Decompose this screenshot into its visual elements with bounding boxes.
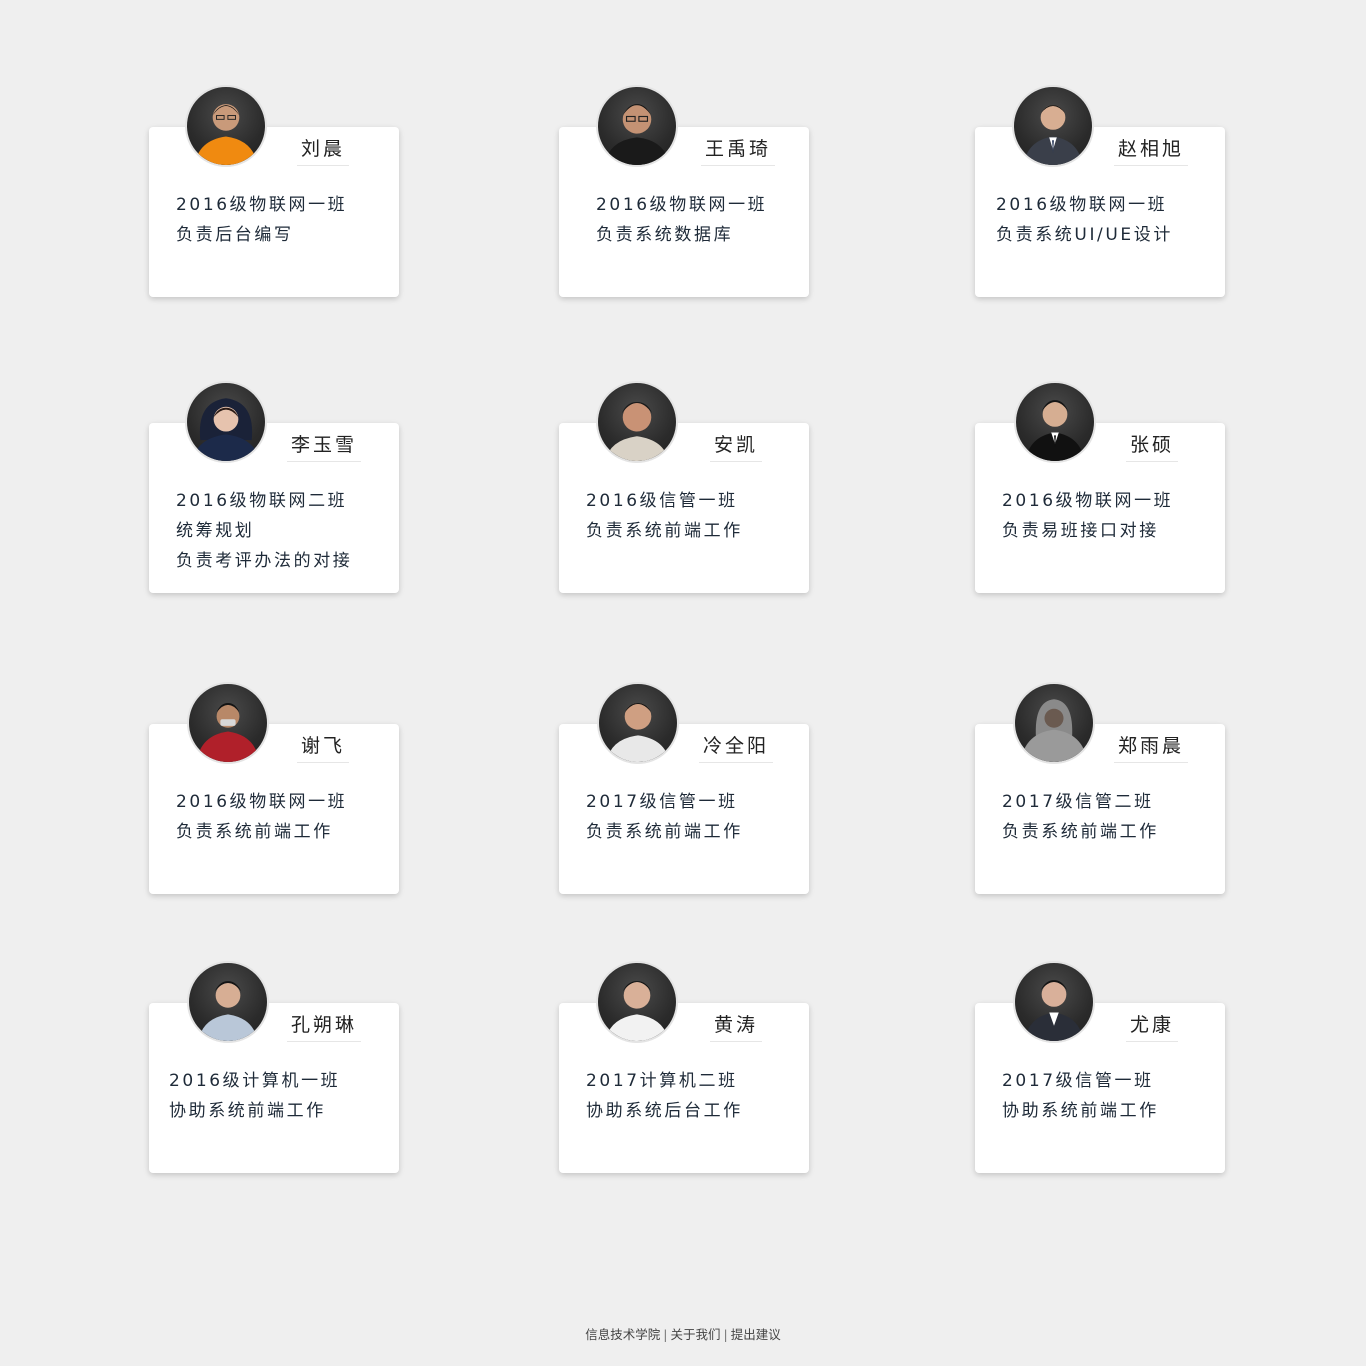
member-name: 赵相旭 bbox=[1114, 134, 1189, 166]
description-line: 2017级信管二班 bbox=[1002, 792, 1154, 812]
description-line: 负责系统UI/UE设计 bbox=[996, 225, 1173, 245]
avatar bbox=[596, 381, 678, 463]
avatar bbox=[1013, 682, 1095, 764]
person-photo-icon bbox=[198, 981, 258, 1041]
member-name: 孔朔琳 bbox=[287, 1010, 362, 1042]
description-line: 负责系统前端工作 bbox=[586, 822, 743, 842]
avatar bbox=[185, 85, 267, 167]
description-line: 2016级信管一班 bbox=[586, 491, 738, 511]
member-name: 张硕 bbox=[1126, 430, 1179, 462]
member-card: 张硕 2016级物联网一班 负责易班接口对接 bbox=[975, 381, 1225, 593]
avatar bbox=[1012, 85, 1094, 167]
member-description: 2016级物联网一班 负责易班接口对接 bbox=[1002, 486, 1173, 546]
footer-separator: | bbox=[663, 1327, 668, 1342]
member-name: 王禹琦 bbox=[701, 134, 776, 166]
person-photo-icon bbox=[1020, 699, 1088, 762]
member-description: 2016级物联网一班 负责系统数据库 bbox=[596, 190, 767, 250]
avatar bbox=[187, 682, 269, 764]
person-photo-icon bbox=[603, 104, 671, 165]
member-name: 冷全阳 bbox=[699, 731, 774, 763]
person-photo-icon bbox=[1023, 105, 1083, 165]
description-line: 2017级信管一班 bbox=[1002, 1071, 1154, 1091]
member-name: 刘晨 bbox=[297, 134, 350, 166]
description-line: 2016级物联网二班 bbox=[176, 491, 348, 511]
member-name: 安凯 bbox=[710, 430, 763, 462]
member-description: 2016级计算机一班 协助系统前端工作 bbox=[169, 1066, 340, 1126]
avatar bbox=[596, 961, 678, 1043]
person-photo-icon bbox=[606, 703, 670, 762]
description-line: 2016级物联网一班 bbox=[176, 195, 348, 215]
member-card: 刘晨 2016级物联网一班 负责后台编写 bbox=[149, 85, 399, 297]
person-photo-icon bbox=[1024, 980, 1084, 1041]
description-line: 负责易班接口对接 bbox=[1002, 521, 1159, 541]
member-name: 李玉雪 bbox=[287, 430, 362, 462]
description-line: 协助系统后台工作 bbox=[586, 1101, 743, 1121]
description-line: 2017级信管一班 bbox=[586, 792, 738, 812]
avatar bbox=[596, 85, 678, 167]
avatar bbox=[1013, 961, 1095, 1043]
member-description: 2016级信管一班 负责系统前端工作 bbox=[586, 486, 743, 546]
avatar bbox=[187, 961, 269, 1043]
member-card: 孔朔琳 2016级计算机一班 协助系统前端工作 bbox=[149, 961, 399, 1173]
description-line: 协助系统前端工作 bbox=[1002, 1101, 1159, 1121]
avatar bbox=[597, 682, 679, 764]
member-card: 黄涛 2017计算机二班 协助系统后台工作 bbox=[559, 961, 809, 1173]
member-name: 郑雨晨 bbox=[1114, 731, 1189, 763]
description-line: 协助系统前端工作 bbox=[169, 1101, 326, 1121]
member-card: 安凯 2016级信管一班 负责系统前端工作 bbox=[559, 381, 809, 593]
avatar bbox=[185, 381, 267, 463]
member-name: 尤康 bbox=[1126, 1010, 1179, 1042]
footer-separator: | bbox=[723, 1327, 728, 1342]
member-description: 2016级物联网一班 负责系统UI/UE设计 bbox=[996, 190, 1173, 250]
person-photo-icon bbox=[605, 981, 669, 1041]
member-card: 赵相旭 2016级物联网一班 负责系统UI/UE设计 bbox=[975, 85, 1225, 297]
avatar bbox=[1014, 381, 1096, 463]
footer: 信息技术学院 | 关于我们 | 提出建议 bbox=[0, 1324, 1366, 1343]
description-line: 负责后台编写 bbox=[176, 225, 294, 245]
description-line: 负责系统前端工作 bbox=[1002, 822, 1159, 842]
member-name: 黄涛 bbox=[710, 1010, 763, 1042]
description-line: 负责系统前端工作 bbox=[586, 521, 743, 541]
member-description: 2016级物联网一班 负责后台编写 bbox=[176, 190, 347, 250]
footer-link-college[interactable]: 信息技术学院 bbox=[585, 1327, 660, 1342]
description-line: 负责系统数据库 bbox=[596, 225, 734, 245]
description-line: 统筹规划 bbox=[176, 521, 255, 541]
person-photo-icon bbox=[194, 104, 258, 165]
member-description: 2016级物联网二班 统筹规划 负责考评办法的对接 bbox=[176, 486, 352, 576]
person-photo-icon bbox=[192, 398, 260, 461]
member-description: 2017级信管一班 负责系统前端工作 bbox=[586, 787, 743, 847]
person-photo-icon bbox=[196, 703, 260, 762]
description-line: 负责考评办法的对接 bbox=[176, 551, 353, 571]
member-card: 李玉雪 2016级物联网二班 统筹规划 负责考评办法的对接 bbox=[149, 381, 399, 593]
description-line: 2016级物联网一班 bbox=[1002, 491, 1174, 511]
member-name: 谢飞 bbox=[297, 731, 350, 763]
person-photo-icon bbox=[1025, 400, 1085, 461]
description-line: 负责系统前端工作 bbox=[176, 822, 333, 842]
footer-link-feedback[interactable]: 提出建议 bbox=[731, 1327, 781, 1342]
footer-link-about-us[interactable]: 关于我们 bbox=[670, 1327, 720, 1342]
member-card: 冷全阳 2017级信管一班 负责系统前端工作 bbox=[559, 682, 809, 894]
person-photo-icon bbox=[605, 402, 669, 461]
member-card: 郑雨晨 2017级信管二班 负责系统前端工作 bbox=[975, 682, 1225, 894]
member-description: 2016级物联网一班 负责系统前端工作 bbox=[176, 787, 347, 847]
member-card: 王禹琦 2016级物联网一班 负责系统数据库 bbox=[559, 85, 809, 297]
description-line: 2016级物联网一班 bbox=[176, 792, 348, 812]
member-description: 2017级信管一班 协助系统前端工作 bbox=[1002, 1066, 1159, 1126]
member-card: 谢飞 2016级物联网一班 负责系统前端工作 bbox=[149, 682, 399, 894]
description-line: 2016级物联网一班 bbox=[996, 195, 1168, 215]
member-description: 2017计算机二班 协助系统后台工作 bbox=[586, 1066, 743, 1126]
description-line: 2016级计算机一班 bbox=[169, 1071, 341, 1091]
member-description: 2017级信管二班 负责系统前端工作 bbox=[1002, 787, 1159, 847]
member-card: 尤康 2017级信管一班 协助系统前端工作 bbox=[975, 961, 1225, 1173]
description-line: 2017计算机二班 bbox=[586, 1071, 738, 1091]
description-line: 2016级物联网一班 bbox=[596, 195, 768, 215]
